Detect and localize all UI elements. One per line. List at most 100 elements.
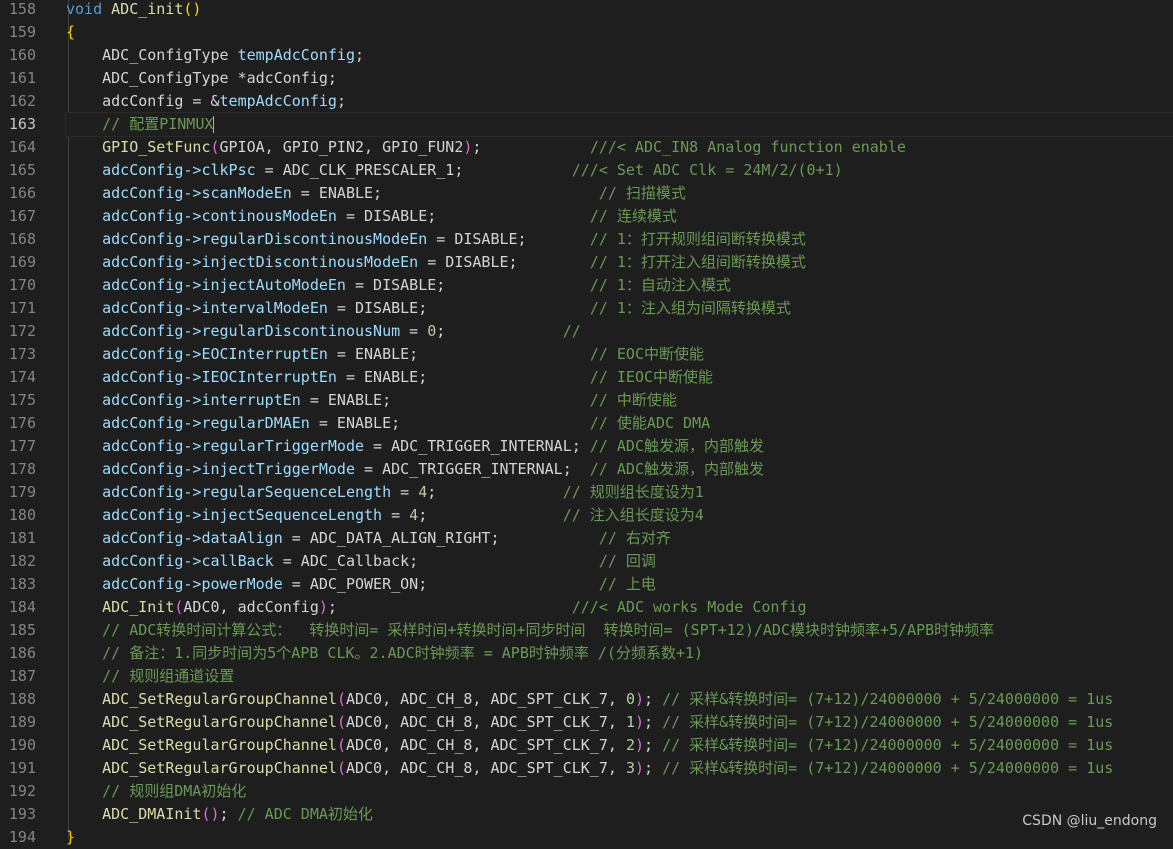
code-line[interactable]: 171 adcConfig->intervalModeEn = DISABLE;… <box>0 297 1173 320</box>
code-text[interactable]: adcConfig->regularSequenceLength = 4; //… <box>66 481 1173 504</box>
code-token: GPIO_SetFunc <box>66 138 211 156</box>
code-line[interactable]: 168 adcConfig->regularDiscontinousModeEn… <box>0 228 1173 251</box>
code-line[interactable]: 180 adcConfig->injectSequenceLength = 4;… <box>0 504 1173 527</box>
code-text[interactable]: ADC_ConfigType *adcConfig; <box>66 67 1173 90</box>
code-text[interactable]: adcConfig->powerMode = ADC_POWER_ON; // … <box>66 573 1173 596</box>
code-line[interactable]: 175 adcConfig->interruptEn = ENABLE; // … <box>0 389 1173 412</box>
line-number: 162 <box>8 92 36 110</box>
code-line[interactable]: 163 // 配置PINMUX <box>0 112 1173 137</box>
code-line[interactable]: 181 adcConfig->dataAlign = ADC_DATA_ALIG… <box>0 527 1173 550</box>
code-text[interactable]: adcConfig->continousModeEn = DISABLE; //… <box>66 205 1173 228</box>
code-token: = DISABLE; <box>418 253 590 271</box>
code-text[interactable]: void ADC_init() <box>66 0 1173 21</box>
code-token: = ADC_TRIGGER_INTERNAL; <box>354 460 590 478</box>
code-line[interactable]: 184 ADC_Init(ADC0, adcConfig); ///< ADC … <box>0 596 1173 619</box>
code-token: = ADC_POWER_ON; <box>282 575 599 593</box>
code-token: // 配置PINMUX <box>66 115 214 133</box>
code-text[interactable]: adcConfig = &tempAdcConfig; <box>66 90 1173 113</box>
code-text[interactable]: // ADC转换时间计算公式： 转换时间= 采样时间+转换时间+同步时间 转换时… <box>66 619 1173 642</box>
code-line[interactable]: 179 adcConfig->regularSequenceLength = 4… <box>0 481 1173 504</box>
code-line[interactable]: 167 adcConfig->continousModeEn = DISABLE… <box>0 205 1173 228</box>
code-line[interactable]: 174 adcConfig->IEOCInterruptEn = ENABLE;… <box>0 366 1173 389</box>
code-line[interactable]: 176 adcConfig->regularDMAEn = ENABLE; //… <box>0 412 1173 435</box>
code-text[interactable]: adcConfig->interruptEn = ENABLE; // 中断使能 <box>66 389 1173 412</box>
code-text[interactable]: adcConfig->injectDiscontinousModeEn = DI… <box>66 251 1173 274</box>
line-number: 163 <box>8 115 36 133</box>
code-line[interactable]: 183 adcConfig->powerMode = ADC_POWER_ON;… <box>0 573 1173 596</box>
code-line[interactable]: 172 adcConfig->regularDiscontinousNum = … <box>0 320 1173 343</box>
code-token: ADC_ConfigType <box>66 46 238 64</box>
code-text[interactable]: // 规则组DMA初始化 <box>66 780 1173 803</box>
code-line[interactable]: 185 // ADC转换时间计算公式： 转换时间= 采样时间+转换时间+同步时间… <box>0 619 1173 642</box>
code-token: ADC_DMAInit <box>66 805 202 823</box>
code-line[interactable]: 173 adcConfig->EOCInterruptEn = ENABLE; … <box>0 343 1173 366</box>
code-text[interactable]: // 备注：1.同步时间为5个APB CLK。2.ADC时钟频率 = APB时钟… <box>66 642 1173 665</box>
code-token: adcConfig->regularSequenceLength <box>66 483 392 501</box>
code-text[interactable]: adcConfig->regularDiscontinousNum = 0; /… <box>66 320 1173 343</box>
code-line[interactable]: 161 ADC_ConfigType *adcConfig; <box>0 67 1173 90</box>
code-text[interactable]: { <box>66 21 1173 44</box>
code-token: adcConfig->EOCInterruptEn <box>66 345 328 363</box>
line-number: 192 <box>8 782 36 800</box>
code-text[interactable]: ADC_SetRegularGroupChannel(ADC0, ADC_CH_… <box>66 734 1173 757</box>
code-line[interactable]: 193 ADC_DMAInit(); // ADC DMA初始化 <box>0 803 1173 826</box>
code-text[interactable]: adcConfig->clkPsc = ADC_CLK_PRESCALER_1;… <box>66 159 1173 182</box>
code-line[interactable]: 189 ADC_SetRegularGroupChannel(ADC0, ADC… <box>0 711 1173 734</box>
line-number: 166 <box>8 184 36 202</box>
code-text[interactable]: adcConfig->injectTriggerMode = ADC_TRIGG… <box>66 458 1173 481</box>
code-line[interactable]: 192 // 规则组DMA初始化 <box>0 780 1173 803</box>
line-number: 164 <box>8 138 36 156</box>
code-text[interactable]: ADC_SetRegularGroupChannel(ADC0, ADC_CH_… <box>66 711 1173 734</box>
code-line[interactable]: 170 adcConfig->injectAutoModeEn = DISABL… <box>0 274 1173 297</box>
code-line[interactable]: 187 // 规则组通道设置 <box>0 665 1173 688</box>
code-line[interactable]: 186 // 备注：1.同步时间为5个APB CLK。2.ADC时钟频率 = A… <box>0 642 1173 665</box>
code-token: adcConfig->regularDMAEn <box>66 414 310 432</box>
code-token: // 采样&转换时间= (7+12)/24000000 + 5/24000000… <box>662 736 1114 754</box>
code-line[interactable]: 188 ADC_SetRegularGroupChannel(ADC0, ADC… <box>0 688 1173 711</box>
code-token: ADC_SetRegularGroupChannel <box>66 713 337 731</box>
code-line[interactable]: 194} <box>0 826 1173 849</box>
code-line[interactable]: 190 ADC_SetRegularGroupChannel(ADC0, ADC… <box>0 734 1173 757</box>
code-line[interactable]: 165 adcConfig->clkPsc = ADC_CLK_PRESCALE… <box>0 159 1173 182</box>
code-text[interactable]: adcConfig->scanModeEn = ENABLE; // 扫描模式 <box>66 182 1173 205</box>
code-text[interactable]: ADC_SetRegularGroupChannel(ADC0, ADC_CH_… <box>66 688 1173 711</box>
code-text[interactable]: adcConfig->injectAutoModeEn = DISABLE; /… <box>66 274 1173 297</box>
code-line[interactable]: 162 adcConfig = &tempAdcConfig; <box>0 90 1173 113</box>
code-text[interactable]: GPIO_SetFunc(GPIOA, GPIO_PIN2, GPIO_FUN2… <box>66 136 1173 159</box>
code-text[interactable]: adcConfig->dataAlign = ADC_DATA_ALIGN_RI… <box>66 527 1173 550</box>
code-text[interactable]: // 规则组通道设置 <box>66 665 1173 688</box>
code-text[interactable]: adcConfig->intervalModeEn = DISABLE; // … <box>66 297 1173 320</box>
code-text[interactable]: ADC_ConfigType tempAdcConfig; <box>66 44 1173 67</box>
code-text[interactable]: adcConfig->IEOCInterruptEn = ENABLE; // … <box>66 366 1173 389</box>
code-line[interactable]: 158 void ADC_init() <box>0 0 1173 21</box>
code-text[interactable]: adcConfig->EOCInterruptEn = ENABLE; // E… <box>66 343 1173 366</box>
code-line[interactable]: 182 adcConfig->callBack = ADC_Callback; … <box>0 550 1173 573</box>
code-token: ; <box>644 759 663 777</box>
code-line[interactable]: 191 ADC_SetRegularGroupChannel(ADC0, ADC… <box>0 757 1173 780</box>
code-text[interactable]: adcConfig->regularDiscontinousModeEn = D… <box>66 228 1173 251</box>
code-text[interactable]: ADC_Init(ADC0, adcConfig); ///< ADC work… <box>66 596 1173 619</box>
code-line[interactable]: 177 adcConfig->regularTriggerMode = ADC_… <box>0 435 1173 458</box>
line-number: 178 <box>8 460 36 478</box>
code-token: () <box>201 805 220 823</box>
code-line[interactable]: 160 ADC_ConfigType tempAdcConfig; <box>0 44 1173 67</box>
code-line[interactable]: 164 GPIO_SetFunc(GPIOA, GPIO_PIN2, GPIO_… <box>0 136 1173 159</box>
code-text[interactable]: adcConfig->regularDMAEn = ENABLE; // 使能A… <box>66 412 1173 435</box>
code-line[interactable]: 159 { <box>0 21 1173 44</box>
code-token: ///< ADC_IN8 Analog function enable <box>589 138 906 156</box>
code-text[interactable]: adcConfig->regularTriggerMode = ADC_TRIG… <box>66 435 1173 458</box>
code-text[interactable]: } <box>66 826 1173 849</box>
code-text[interactable]: ADC_SetRegularGroupChannel(ADC0, ADC_CH_… <box>66 757 1173 780</box>
code-text[interactable]: ADC_DMAInit(); // ADC DMA初始化 <box>66 803 1173 826</box>
code-line[interactable]: 178 adcConfig->injectTriggerMode = ADC_T… <box>0 458 1173 481</box>
code-editor[interactable]: 158 void ADC_init() 159{160 ADC_ConfigType… <box>0 0 1173 846</box>
text-cursor <box>213 116 215 133</box>
code-text[interactable]: adcConfig->callBack = ADC_Callback; // 回… <box>66 550 1173 573</box>
code-token: = ADC_TRIGGER_INTERNAL; <box>364 437 590 455</box>
code-text[interactable]: adcConfig->injectSequenceLength = 4; // … <box>66 504 1173 527</box>
code-token: ADC0, ADC_CH_8, ADC_SPT_CLK_7, <box>345 690 626 708</box>
code-line[interactable]: 169 adcConfig->injectDiscontinousModeEn … <box>0 251 1173 274</box>
code-token: adcConfig->regularDiscontinousModeEn <box>66 230 428 248</box>
code-text[interactable]: // 配置PINMUX <box>65 112 1173 137</box>
code-line[interactable]: 166 adcConfig->scanModeEn = ENABLE; // 扫… <box>0 182 1173 205</box>
